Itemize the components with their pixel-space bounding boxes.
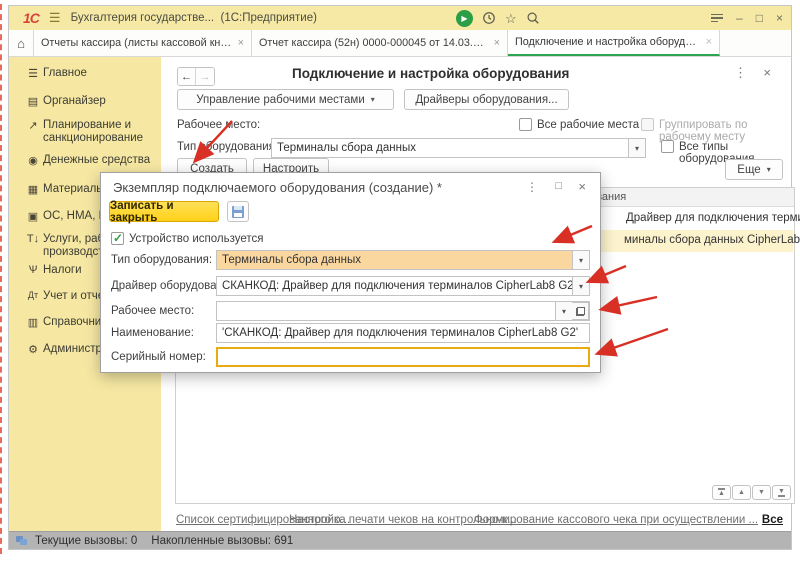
workplace-field-label: Рабочее место: — [111, 305, 194, 317]
discussions-icon[interactable]: ▶ — [456, 10, 473, 27]
serial-number-input[interactable] — [216, 347, 590, 367]
book-icon: ▥ — [25, 316, 41, 329]
accumulated-calls: Накопленные вызовы: 691 — [151, 535, 293, 547]
serial-field-label: Серийный номер: — [111, 351, 206, 363]
back-button[interactable]: ← — [178, 68, 196, 85]
all-workplaces-label[interactable]: Все рабочие места — [537, 119, 639, 131]
favorites-icon[interactable]: ☆ — [505, 12, 517, 25]
grid-icon: ▦ — [25, 183, 41, 196]
planning-chart-icon: ↗ — [25, 119, 41, 132]
type-field-label: Тип оборудования: — [111, 254, 212, 266]
window-controls: – □ × — [711, 6, 783, 30]
dialog-close-icon[interactable]: × — [578, 179, 586, 194]
open-picker-icon[interactable] — [572, 302, 589, 320]
coin-icon: ◉ — [25, 154, 41, 167]
group-by-workplace-label: Группировать по рабочему месту — [659, 119, 791, 143]
manage-workplaces-button[interactable]: Управление рабочими местами ▾ — [177, 89, 394, 110]
device-used-label[interactable]: Устройство используется — [129, 233, 264, 245]
close-button[interactable]: × — [776, 12, 783, 24]
gear-icon: ⚙ — [25, 343, 41, 356]
all-links-link[interactable]: Все — [762, 514, 783, 526]
minimize-button[interactable]: – — [736, 12, 743, 24]
all-workplaces-checkbox[interactable] — [519, 118, 532, 131]
more-actions-icon[interactable]: ⋮ — [734, 65, 747, 81]
device-used-checkbox[interactable] — [111, 232, 124, 245]
tab-close-icon[interactable]: × — [706, 36, 712, 48]
dialog-maximize-icon[interactable]: □ — [555, 180, 562, 192]
workplace-field-combobox[interactable]: ▾ — [216, 301, 590, 321]
services-icon: Т↓ — [25, 233, 41, 245]
home-tab[interactable]: ⌂ — [9, 30, 34, 56]
scroll-down-button[interactable]: ▼ — [752, 485, 771, 500]
truck-icon: ▣ — [25, 210, 41, 223]
chevron-down-icon[interactable]: ▾ — [572, 277, 589, 295]
driver-field-combobox[interactable]: СКАНКОД: Драйвер для подключения термина… — [216, 276, 590, 296]
forward-button[interactable]: → — [196, 68, 214, 85]
chevron-down-icon: ▾ — [767, 165, 771, 174]
menu-icon: ☰ — [25, 67, 41, 80]
serial-field-wrap — [216, 347, 590, 367]
bottom-links: Список сертифицированного о... Настройка… — [161, 514, 791, 530]
group-by-workplace-checkbox — [641, 118, 654, 131]
equipment-instance-dialog: Экземпляр подключаемого оборудования (со… — [100, 172, 601, 373]
chevron-down-icon[interactable]: ▾ — [628, 139, 645, 157]
main-menu-icon[interactable]: ☰ — [49, 10, 61, 26]
status-bar: Текущие вызовы: 0 Накопленные вызовы: 69… — [9, 531, 791, 549]
workplace-filter-label: Рабочее место: — [177, 119, 260, 131]
equipment-type-combobox[interactable]: Терминалы сбора данных ▾ — [271, 138, 646, 158]
floppy-icon — [232, 206, 244, 218]
app-title: Бухгалтерия государстве... (1С:Предприят… — [71, 12, 317, 24]
tab-bar: ⌂ Отчеты кассира (листы кассовой книги) … — [9, 30, 791, 57]
history-nav: ← → — [177, 67, 215, 86]
table-row[interactable]: Драйвер для подключения термина... — [626, 212, 800, 224]
name-input[interactable] — [216, 323, 590, 343]
tab-cashier-reports[interactable]: Отчеты кассира (листы кассовой книги) × — [34, 30, 252, 56]
chevron-down-icon[interactable]: ▾ — [572, 251, 589, 269]
scroll-up-button[interactable]: ▲ — [732, 485, 751, 500]
debit-credit-icon: Дт — [25, 290, 41, 300]
save-button[interactable] — [227, 201, 249, 222]
clipboard-icon: ▤ — [25, 95, 41, 108]
search-icon[interactable] — [526, 11, 540, 25]
type-field-combobox[interactable]: Терминалы сбора данных ▾ — [216, 250, 590, 270]
screenshot-stage: 1С ☰ Бухгалтерия государстве... (1С:Пред… — [0, 0, 800, 568]
titlebar-quick-icons: ▶ ☆ — [456, 6, 540, 30]
save-and-close-button[interactable]: Записать и закрыть — [109, 201, 219, 222]
chevron-down-icon[interactable]: ▾ — [555, 302, 572, 320]
panel-close-icon[interactable]: × — [763, 65, 771, 80]
type-filter-label: Тип оборудования: — [177, 141, 278, 153]
tab-close-icon[interactable]: × — [238, 37, 244, 49]
all-types-checkbox[interactable] — [661, 140, 674, 153]
table-scroll-buttons: ▲ ▲ ▼ ▼ — [712, 485, 791, 500]
page-title: Подключение и настройка оборудования — [292, 66, 569, 81]
chevron-down-icon: ▾ — [371, 95, 375, 104]
tab-cashier-report-52n[interactable]: Отчет кассира (52н) 0000-000045 от 14.03… — [252, 30, 508, 56]
eagle-icon: Ѱ — [25, 264, 41, 276]
scroll-first-button[interactable]: ▲ — [712, 485, 731, 500]
name-field-label: Наименование: — [111, 327, 194, 339]
tab-equipment-setup[interactable]: Подключение и настройка оборудования × — [508, 30, 720, 56]
history-icon[interactable] — [482, 11, 496, 25]
service-menu-icon[interactable] — [711, 12, 723, 25]
title-bar: 1С ☰ Бухгалтерия государстве... (1С:Пред… — [9, 6, 791, 30]
tab-close-icon[interactable]: × — [494, 37, 500, 49]
more-button[interactable]: Еще ▾ — [725, 159, 783, 180]
1c-logo: 1С — [23, 10, 39, 26]
dialog-more-icon[interactable]: ⋮ — [526, 180, 538, 194]
equipment-drivers-button[interactable]: Драйверы оборудования... — [404, 89, 569, 110]
current-calls: Текущие вызовы: 0 — [35, 535, 137, 547]
crop-mark-border — [0, 4, 2, 554]
home-icon: ⌂ — [17, 36, 25, 51]
receipt-generation-link[interactable]: Формирование кассового чека при осуществ… — [474, 514, 758, 526]
scroll-last-button[interactable]: ▼ — [772, 485, 791, 500]
maximize-button[interactable]: □ — [756, 12, 763, 24]
server-calls-icon — [16, 536, 27, 545]
name-field-wrap — [216, 323, 590, 343]
dialog-title: Экземпляр подключаемого оборудования (со… — [113, 180, 442, 195]
